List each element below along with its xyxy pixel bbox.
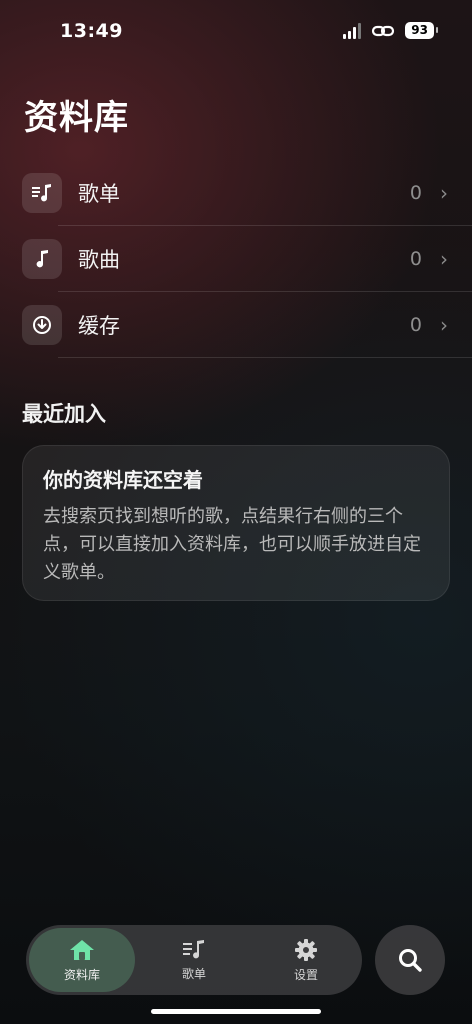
- menu-item-count: 0: [409, 248, 422, 270]
- tab-settings[interactable]: 设置: [252, 928, 360, 992]
- tab-library[interactable]: 资料库: [29, 928, 135, 992]
- menu-item-songs[interactable]: 歌曲 0 ›: [0, 226, 472, 292]
- chevron-right-icon: ›: [440, 313, 448, 337]
- menu-item-playlists[interactable]: 歌单 0 ›: [0, 160, 472, 226]
- menu-item-count: 0: [409, 314, 422, 336]
- divider: [58, 357, 472, 358]
- chevron-right-icon: ›: [440, 181, 448, 205]
- playlist-icon: [183, 939, 204, 958]
- empty-state-title: 你的资料库还空着: [43, 468, 203, 492]
- tab-playlists[interactable]: 歌单: [140, 928, 248, 992]
- status-time: 13:49: [60, 20, 123, 42]
- menu-item-label: 歌单: [78, 182, 120, 206]
- empty-state-description: 去搜索页找到想听的歌，点结果行右侧的三个点，可以直接加入资料库，也可以顺手放进自…: [43, 506, 421, 583]
- music-note-icon: [22, 239, 62, 279]
- status-bar: 13:49 93: [0, 0, 472, 64]
- empty-state-card: 你的资料库还空着 去搜索页找到想听的歌，点结果行右侧的三个点，可以直接加入资料库…: [22, 445, 450, 601]
- page-title: 资料库: [24, 98, 129, 138]
- status-icons: 93: [343, 22, 438, 39]
- download-icon: [22, 305, 62, 345]
- chevron-right-icon: ›: [440, 247, 448, 271]
- search-button[interactable]: [375, 925, 445, 995]
- menu-item-label: 歌曲: [78, 248, 120, 272]
- menu-item-count: 0: [409, 182, 422, 204]
- menu-item-cache[interactable]: 缓存 0 ›: [0, 292, 472, 358]
- link-icon: [372, 25, 395, 36]
- search-icon: [399, 949, 422, 972]
- signal-icon: [343, 22, 362, 39]
- tab-label: 设置: [293, 967, 318, 982]
- tab-label: 歌单: [181, 966, 206, 981]
- battery-icon: 93: [405, 22, 438, 39]
- home-icon: [70, 939, 94, 960]
- playlist-icon: [22, 173, 62, 213]
- tab-bar: 资料库 歌单 设置: [26, 925, 362, 995]
- tab-label: 资料库: [63, 967, 100, 982]
- library-menu-list: 歌单 0 › 歌曲 0 › 缓存 0 ›: [0, 160, 472, 358]
- menu-item-label: 缓存: [78, 314, 120, 338]
- home-indicator: [151, 1009, 321, 1014]
- section-title-recent: 最近加入: [22, 402, 106, 426]
- gear-icon: [295, 938, 317, 961]
